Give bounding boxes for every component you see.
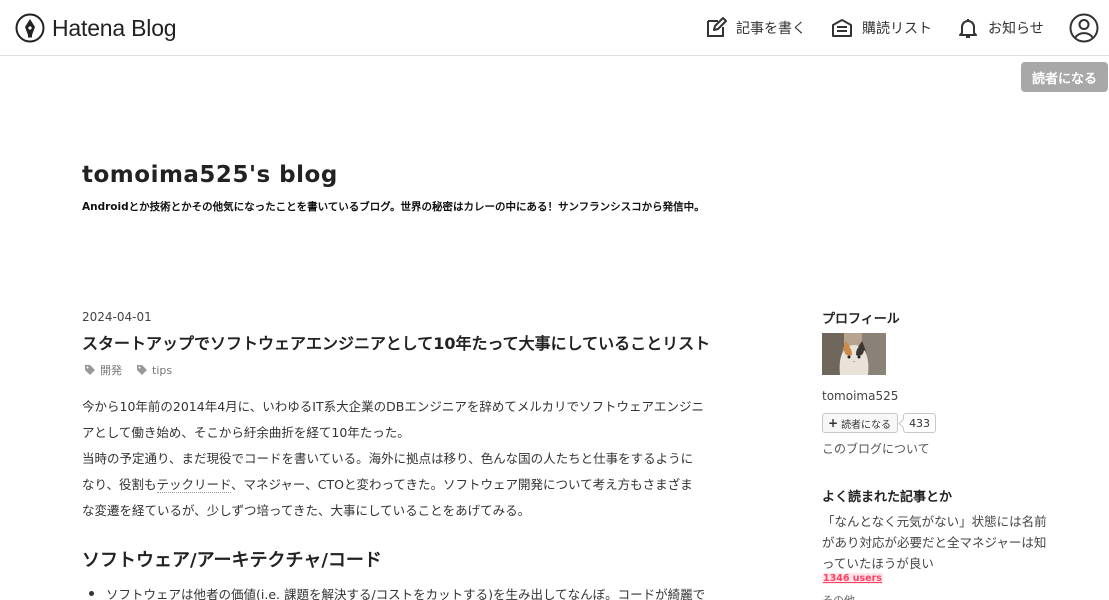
entry-date[interactable]: 2024-04-01: [82, 310, 152, 324]
subscription-list-label: 購読リスト: [862, 21, 932, 37]
body-line: 今から10年前の2014年4月に、いわゆるIT系大企業のDBエンジニアを辞めてメ…: [82, 399, 704, 414]
hatena-blog-logo[interactable]: Hatena Blog: [15, 13, 177, 43]
plus-icon: +: [828, 416, 839, 430]
pen-nib-logo-icon: [15, 13, 45, 43]
profile-name[interactable]: tomoima525: [822, 389, 898, 403]
category-tag[interactable]: 開発: [84, 362, 122, 378]
profile-avatar[interactable]: [822, 333, 886, 375]
subscribe-button-header[interactable]: 読者になる: [1021, 62, 1108, 92]
blog-title[interactable]: tomoima525's blog: [82, 162, 338, 188]
entry-title[interactable]: スタートアップでソフトウェアエンジニアとして10年たって大事にしていることリスト: [82, 330, 710, 354]
body-line: なり、役割もテックリード、マネジャー、CTOと変わってきた。ソフトウェア開発につ…: [82, 472, 722, 498]
body-line: アとして働き始め、そこから紆余曲折を経て10年たった。: [82, 425, 410, 440]
bell-icon: [959, 19, 977, 38]
about-blog-link[interactable]: このブログについて: [822, 440, 930, 457]
list-item: ソフトウェアは他者の価値(i.e. 課題を解決する/コストをカットする)を生み出…: [82, 584, 705, 600]
user-avatar-icon: [1069, 13, 1099, 43]
category-label: 開発: [100, 364, 122, 377]
bookmark-users-badge[interactable]: 1346 users: [822, 573, 883, 584]
entry-categories: 開発 tips: [84, 362, 172, 378]
tag-icon: [137, 365, 147, 375]
subscribe-button-sidebar[interactable]: + 読者になる: [822, 413, 899, 433]
write-article-button[interactable]: 記事を書く: [704, 14, 806, 42]
write-article-label: 記事を書く: [736, 21, 806, 37]
body-line: な変遷を経ているが、少しずつ培ってきた、大事にしていることをあげてみる。: [82, 503, 531, 518]
popular-entry-partial[interactable]: その他...: [822, 592, 866, 600]
profile-heading: プロフィール: [822, 312, 900, 327]
notifications-label: お知らせ: [988, 21, 1044, 37]
body-text: なり、役割も: [82, 477, 157, 492]
reader-count: 433: [903, 413, 937, 433]
tag-icon: [85, 365, 95, 375]
entry-body: 今から10年前の2014年4月に、いわゆるIT系大企業のDBエンジニアを辞めてメ…: [82, 394, 722, 524]
blog-description: Androidとか技術とかその他気になったことを書いているブログ。世界の秘密はカ…: [82, 201, 705, 213]
edit-icon: [707, 17, 727, 37]
brand-name: Hatena Blog: [52, 14, 177, 41]
popular-heading: よく読まれた記事とか: [822, 490, 953, 505]
subscribe-label: 読者になる: [841, 419, 892, 431]
global-header: Hatena Blog 記事を書く 購読リスト お知らせ: [0, 0, 1109, 56]
reader-subscribe-widget: + 読者になる 433: [822, 413, 937, 433]
category-tag[interactable]: tips: [136, 362, 172, 378]
section-heading: ソフトウェア/アーキテクチャ/コード: [82, 550, 382, 571]
popular-entry-link[interactable]: 「なんとなく元気がない」状態には名前があり対応が必要だと全マネジャーは知っていた…: [822, 511, 1052, 574]
bullet-icon: [89, 591, 94, 596]
reader-list-icon: [832, 19, 852, 37]
body-line: 当時の予定通り、まだ現役でコードを書いている。海外に拠点は移り、色んな国の人たち…: [82, 451, 694, 466]
category-label: tips: [152, 363, 173, 377]
list-item-text: ソフトウェアは他者の価値(i.e. 課題を解決する/コストをカットする)を生み出…: [106, 587, 706, 600]
notifications-button[interactable]: お知らせ: [956, 14, 1044, 42]
body-text: 、マネジャー、CTOと変わってきた。ソフトウェア開発について考え方もさまざま: [231, 477, 693, 492]
cat-photo-icon: [822, 333, 886, 375]
keyword-link-tech-lead[interactable]: テックリード: [156, 477, 232, 493]
user-menu-button[interactable]: [1069, 13, 1099, 43]
subscription-list-button[interactable]: 購読リスト: [830, 14, 932, 42]
